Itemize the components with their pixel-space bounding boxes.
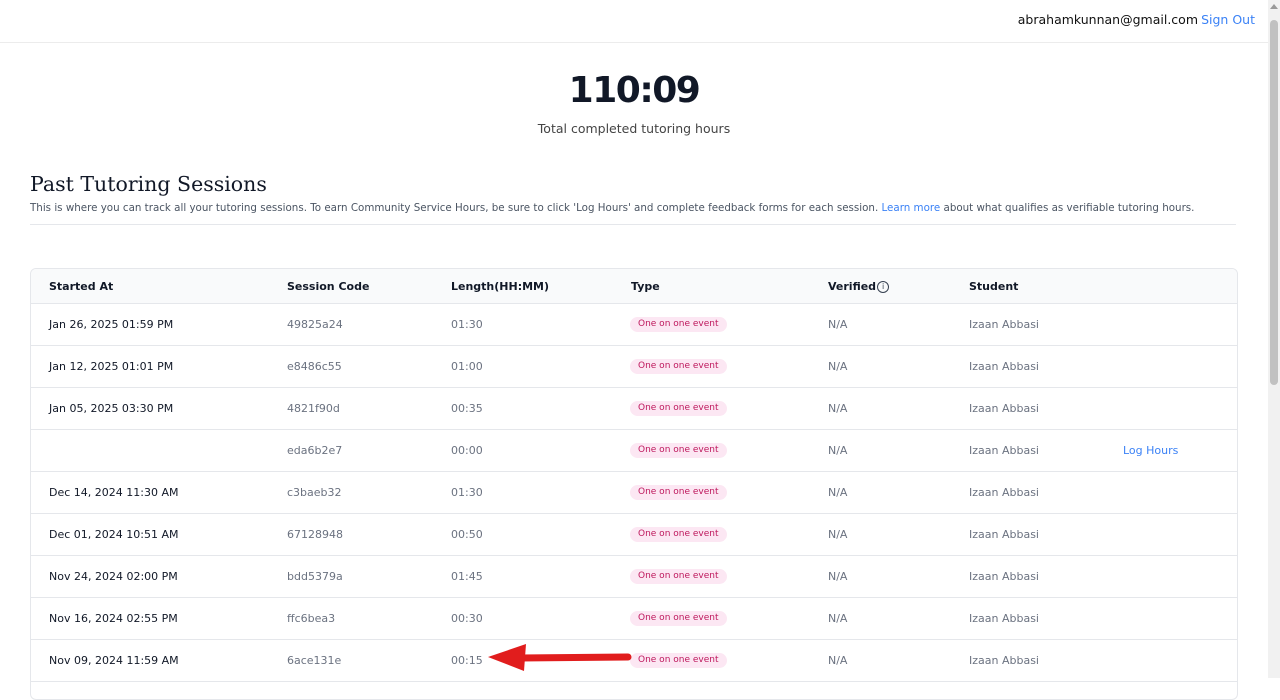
cell-started-at: Jan 05, 2025 03:30 PM (49, 402, 174, 415)
cell-length: 00:30 (451, 612, 483, 625)
table-row: Jan 26, 2025 01:59 PM 49825a24 01:30 One on… (31, 304, 1237, 346)
table-row: Nov 24, 2024 02:00 PM bdd5379a 01:45 One on… (31, 556, 1237, 598)
cell-session-code: bdd5379a (287, 570, 343, 583)
cell-student: Izaan Abbasi (969, 570, 1039, 583)
column-header-type: Type (631, 280, 660, 293)
cell-session-code: 49825a24 (287, 318, 343, 331)
section-divider (30, 224, 1236, 225)
type-badge: One on one event (630, 401, 727, 416)
log-hours-link[interactable]: Log Hours (1123, 444, 1178, 457)
cell-verified: N/A (828, 360, 848, 373)
red-arrow-annotation-icon (488, 644, 632, 671)
user-email: abrahamkunnan@gmail.com (1017, 12, 1198, 27)
cell-started-at: Jan 12, 2025 01:01 PM (49, 360, 174, 373)
cell-verified: N/A (828, 402, 848, 415)
type-badge: One on one event (630, 317, 727, 332)
cell-length: 00:50 (451, 528, 483, 541)
table-row: eda6b2e7 00:00 One on one event N/A Izaan Ab… (31, 430, 1237, 472)
cell-verified: N/A (828, 570, 848, 583)
column-header-verified: Verified i (828, 280, 890, 293)
table-row: Jan 05, 2025 03:30 PM 4821f90d 00:35 One on… (31, 388, 1237, 430)
cell-started-at: Dec 14, 2024 11:30 AM (49, 486, 179, 499)
type-badge: One on one event (630, 443, 727, 458)
cell-length: 00:00 (451, 444, 483, 457)
cell-started-at: Nov 09, 2024 11:59 AM (49, 654, 179, 667)
table-row: Dec 14, 2024 11:30 AM c3baeb32 01:30 One on… (31, 472, 1237, 514)
column-header-student: Student (969, 280, 1019, 293)
cell-length: 00:35 (451, 402, 483, 415)
cell-started-at: Nov 24, 2024 02:00 PM (49, 570, 178, 583)
cell-session-code: 4821f90d (287, 402, 340, 415)
type-badge: One on one event (630, 485, 727, 500)
scrollbar-thumb[interactable] (1270, 20, 1278, 385)
description-text-before: This is where you can track all your tut… (30, 202, 882, 214)
cell-verified: N/A (828, 654, 848, 667)
cell-session-code: 67128948 (287, 528, 343, 541)
cell-student: Izaan Abbasi (969, 318, 1039, 331)
cell-length: 00:15 (451, 654, 483, 667)
cell-verified: N/A (828, 486, 848, 499)
section-description: This is where you can track all your tut… (30, 202, 1236, 214)
table-row: Nov 16, 2024 02:55 PM ffc6bea3 00:30 One on… (31, 598, 1237, 640)
column-header-session-code: Session Code (287, 280, 370, 293)
table-body: Jan 26, 2025 01:59 PM 49825a24 01:30 One on… (31, 304, 1237, 682)
cell-length: 01:00 (451, 360, 483, 373)
cell-student: Izaan Abbasi (969, 402, 1039, 415)
cell-length: 01:30 (451, 486, 483, 499)
type-badge: One on one event (630, 611, 727, 626)
cell-verified: N/A (828, 528, 848, 541)
column-header-started-at: Started At (49, 280, 114, 293)
scroll-up-arrow-icon[interactable] (1270, 4, 1278, 9)
cell-student: Izaan Abbasi (969, 444, 1039, 457)
total-hours-summary: 110:09 Total completed tutoring hours (0, 70, 1268, 136)
cell-session-code: eda6b2e7 (287, 444, 343, 457)
cell-verified: N/A (828, 612, 848, 625)
page-scrollbar[interactable] (1268, 0, 1280, 678)
total-hours-value: 110:09 (568, 70, 701, 111)
cell-session-code: c3baeb32 (287, 486, 342, 499)
table-row: Dec 01, 2024 10:51 AM 67128948 00:50 One on… (31, 514, 1237, 556)
cell-student: Izaan Abbasi (969, 654, 1039, 667)
cell-session-code: e8486c55 (287, 360, 342, 373)
sessions-table: Started At Session Code Length(HH:MM) Ty… (30, 268, 1238, 700)
cell-verified: N/A (828, 444, 848, 457)
cell-session-code: ffc6bea3 (287, 612, 336, 625)
cell-student: Izaan Abbasi (969, 528, 1039, 541)
top-bar: abrahamkunnan@gmail.com Sign Out (0, 0, 1268, 43)
type-badge: One on one event (630, 653, 727, 668)
cell-started-at: Jan 26, 2025 01:59 PM (49, 318, 174, 331)
cell-length: 01:45 (451, 570, 483, 583)
sign-out-link[interactable]: Sign Out (1201, 12, 1255, 27)
cell-verified: N/A (828, 318, 848, 331)
type-badge: One on one event (630, 359, 727, 374)
cell-started-at: Dec 01, 2024 10:51 AM (49, 528, 179, 541)
cell-student: Izaan Abbasi (969, 612, 1039, 625)
total-hours-caption: Total completed tutoring hours (537, 121, 731, 136)
cell-session-code: 6ace131e (287, 654, 342, 667)
cell-student: Izaan Abbasi (969, 486, 1039, 499)
cell-length: 01:30 (451, 318, 483, 331)
info-icon[interactable]: i (877, 281, 890, 293)
page-title: Past Tutoring Sessions (30, 172, 267, 196)
table-header-row: Started At Session Code Length(HH:MM) Ty… (31, 269, 1237, 304)
description-text-after: about what qualifies as verifiable tutor… (940, 202, 1195, 214)
column-header-verified-label: Verified (828, 280, 877, 293)
column-header-length: Length(HH:MM) (451, 280, 550, 293)
type-badge: One on one event (630, 527, 727, 542)
type-badge: One on one event (630, 569, 727, 584)
cell-student: Izaan Abbasi (969, 360, 1039, 373)
learn-more-link[interactable]: Learn more (882, 202, 941, 214)
table-row: Jan 12, 2025 01:01 PM e8486c55 01:00 One on… (31, 346, 1237, 388)
cell-started-at: Nov 16, 2024 02:55 PM (49, 612, 178, 625)
